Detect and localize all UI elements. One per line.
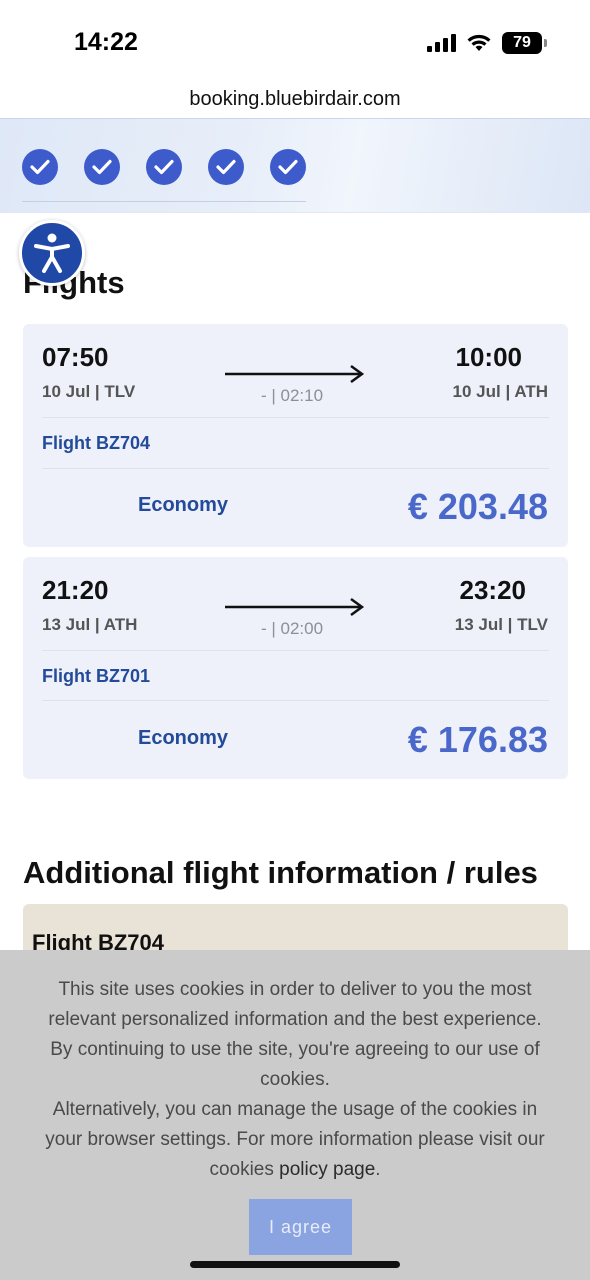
step-4-checkmark-icon[interactable] xyxy=(208,149,244,185)
wifi-icon xyxy=(467,34,491,51)
flight-duration: - | 02:10 xyxy=(261,386,324,405)
cookie-banner: This site uses cookies in order to deliv… xyxy=(0,950,590,1280)
accessibility-icon xyxy=(34,233,70,273)
i-agree-button[interactable]: I agree xyxy=(249,1199,352,1255)
progress-line xyxy=(22,201,306,202)
departure-time: 07:50 xyxy=(42,342,109,372)
cookie-text-end: . xyxy=(375,1159,381,1180)
cookie-text-paragraph-1: This site uses cookies in order to deliv… xyxy=(48,979,542,1090)
flight-card-return[interactable]: 21:20 13 Jul | ATH - | 02:00 23:20 13 Ju… xyxy=(23,557,568,779)
status-time: 14:22 xyxy=(74,28,138,56)
departure-info: 13 Jul | ATH xyxy=(42,615,138,634)
step-2-checkmark-icon[interactable] xyxy=(84,149,120,185)
step-1-checkmark-icon[interactable] xyxy=(22,149,58,185)
flight-number: Flight BZ704 xyxy=(42,433,151,453)
home-indicator[interactable] xyxy=(190,1261,400,1268)
step-3-checkmark-icon[interactable] xyxy=(146,149,182,185)
accessibility-button[interactable] xyxy=(19,220,85,286)
cabin-class: Economy xyxy=(138,494,229,516)
status-icons: 79 xyxy=(427,32,547,54)
step-5-checkmark-icon[interactable] xyxy=(270,149,306,185)
divider xyxy=(42,468,549,469)
divider xyxy=(42,417,549,418)
flight-price: € 176.83 xyxy=(407,719,548,760)
departure-time: 21:20 xyxy=(42,575,109,605)
policy-page-link[interactable]: policy page xyxy=(279,1159,375,1180)
flight-duration: - | 02:00 xyxy=(261,619,324,638)
status-bar: 14:22 79 xyxy=(0,0,590,80)
rules-section-title: Additional flight information / rules xyxy=(23,855,538,890)
arrow-right-icon xyxy=(225,364,365,384)
cellular-signal-icon xyxy=(427,34,456,52)
divider xyxy=(42,700,549,701)
progress-steps xyxy=(22,149,306,185)
divider xyxy=(42,650,549,651)
arrival-info: 10 Jul | ATH xyxy=(452,382,548,401)
flight-number: Flight BZ701 xyxy=(42,666,151,686)
battery-icon: 79 xyxy=(502,32,547,54)
booking-progress-banner xyxy=(0,118,590,213)
arrow-right-icon xyxy=(225,597,365,617)
cabin-class: Economy xyxy=(138,727,229,749)
arrival-time: 23:20 xyxy=(459,575,527,605)
arrival-info: 13 Jul | TLV xyxy=(454,615,548,634)
departure-info: 10 Jul | TLV xyxy=(42,382,136,401)
browser-url[interactable]: booking.bluebirdair.com xyxy=(0,80,590,118)
arrival-time: 10:00 xyxy=(455,342,523,372)
flight-price: € 203.48 xyxy=(407,486,548,527)
cookie-text: This site uses cookies in order to deliv… xyxy=(40,975,550,1185)
cookie-text-paragraph-2: Alternatively, you can manage the usage … xyxy=(40,1095,550,1185)
flight-card-outbound[interactable]: 07:50 10 Jul | TLV - | 02:10 10:00 10 Ju… xyxy=(23,324,568,547)
